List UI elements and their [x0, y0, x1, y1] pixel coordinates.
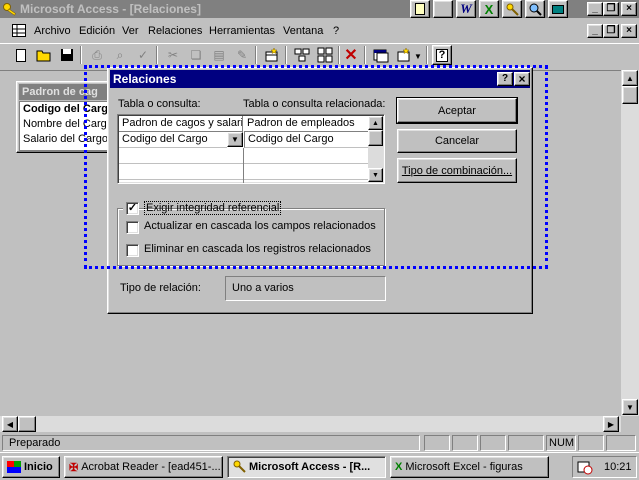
- cut-icon[interactable]: ✂: [162, 44, 184, 66]
- toolbar-separator: [156, 46, 158, 64]
- sheet-icon[interactable]: [410, 0, 430, 18]
- menu-edicion[interactable]: Edición: [79, 22, 115, 40]
- blank-icon[interactable]: [433, 0, 453, 18]
- toolbar-separator: [426, 46, 428, 64]
- child-window-controls: _ ❐ ×: [587, 24, 637, 38]
- selection-rectangle: [84, 65, 548, 269]
- screen-icon[interactable]: [548, 0, 568, 18]
- app-restore-button[interactable]: ❐: [603, 2, 619, 16]
- status-panel: [452, 435, 478, 451]
- new-object-dropdown-icon[interactable]: ▼: [414, 52, 422, 61]
- excel-task-icon: X: [395, 461, 403, 473]
- open-icon[interactable]: [33, 44, 55, 66]
- status-panel: [424, 435, 450, 451]
- database-window-icon[interactable]: [370, 44, 392, 66]
- help-icon[interactable]: ?: [432, 45, 452, 65]
- windows-logo-icon: [7, 461, 21, 473]
- hscroll-thumb[interactable]: [18, 416, 36, 432]
- scroll-left-button[interactable]: ◀: [2, 416, 18, 432]
- task-acrobat[interactable]: ✠ Acrobat Reader - [ead451-...: [64, 456, 223, 478]
- status-panel: [508, 435, 544, 451]
- format-painter-icon[interactable]: ✎: [231, 44, 253, 66]
- word-icon[interactable]: W: [456, 0, 476, 18]
- app-window-controls: _ ❐ ×: [587, 2, 637, 16]
- grid-icon[interactable]: [12, 24, 26, 37]
- toolbar-separator: [80, 46, 82, 64]
- status-bar: Preparado NUM: [0, 434, 639, 452]
- menu-herramientas[interactable]: Herramientas: [209, 22, 275, 40]
- task-acrobat-label: Acrobat Reader - [ead451-...: [81, 461, 221, 473]
- app-close-button[interactable]: ×: [621, 2, 637, 16]
- horizontal-scrollbar[interactable]: ◀ ▶: [0, 416, 621, 432]
- spelling-icon[interactable]: ✓: [132, 44, 154, 66]
- relation-type-label: Tipo de relación:: [120, 282, 201, 294]
- new-object-icon[interactable]: [393, 44, 415, 66]
- print-preview-icon[interactable]: ⌕: [109, 44, 131, 66]
- search-icon[interactable]: [525, 0, 545, 18]
- clock[interactable]: 10:21: [604, 461, 632, 473]
- print-icon[interactable]: ⎙: [86, 44, 108, 66]
- vertical-scrollbar[interactable]: ▲ ▼: [621, 70, 639, 416]
- toolbar-separator: [255, 46, 257, 64]
- relation-type-value: Uno a varios: [232, 282, 294, 294]
- status-panel: [480, 435, 506, 451]
- show-table-icon[interactable]: [261, 44, 283, 66]
- scroll-thumb[interactable]: [622, 86, 638, 104]
- tray-icon-strip: W X: [410, 0, 580, 18]
- menu-archivo[interactable]: Archivo: [34, 22, 71, 40]
- toolbar-separator: [285, 46, 287, 64]
- app-title: Microsoft Access - [Relaciones]: [20, 2, 201, 16]
- menu-relaciones[interactable]: Relaciones: [148, 22, 202, 40]
- task-excel[interactable]: X Microsoft Excel - figuras: [390, 456, 549, 478]
- save-icon[interactable]: [56, 44, 78, 66]
- excel-icon[interactable]: X: [479, 0, 499, 18]
- show-direct-icon[interactable]: [291, 44, 313, 66]
- start-label: Inicio: [24, 461, 53, 473]
- menu-help[interactable]: ?: [333, 22, 339, 40]
- app-title-bar: Microsoft Access - [Relaciones] W X _ ❐ …: [0, 0, 639, 18]
- menu-bar: Archivo Edición Ver Relaciones Herramien…: [0, 20, 639, 42]
- menu-ver[interactable]: Ver: [122, 22, 139, 40]
- num-lock-indicator: NUM: [549, 437, 575, 449]
- child-close-button[interactable]: ×: [621, 24, 637, 38]
- key-icon[interactable]: [502, 0, 522, 18]
- relation-type-box: Uno a varios: [225, 276, 386, 301]
- status-text-panel: Preparado: [2, 435, 420, 451]
- show-all-icon[interactable]: [314, 44, 336, 66]
- task-excel-label: Microsoft Excel - figuras: [405, 461, 523, 473]
- child-minimize-button[interactable]: _: [587, 24, 603, 38]
- num-lock-panel: NUM: [546, 435, 576, 451]
- status-text: Preparado: [9, 437, 61, 449]
- system-tray: 10:21: [572, 456, 637, 478]
- new-icon[interactable]: [10, 44, 32, 66]
- status-panel: [578, 435, 604, 451]
- copy-icon[interactable]: ❏: [185, 44, 207, 66]
- task-access[interactable]: Microsoft Access - [R...: [227, 456, 386, 478]
- scroll-down-button[interactable]: ▼: [622, 399, 638, 415]
- app-key-icon: [2, 1, 18, 17]
- toolbar-separator: [364, 46, 366, 64]
- menu-ventana[interactable]: Ventana: [283, 22, 323, 40]
- access-key-icon: [232, 459, 246, 476]
- scroll-up-button[interactable]: ▲: [622, 70, 638, 86]
- delete-icon[interactable]: ✕: [340, 44, 362, 66]
- scroll-corner: [621, 416, 639, 432]
- scroll-right-button[interactable]: ▶: [603, 416, 619, 432]
- child-restore-button[interactable]: ❐: [603, 24, 619, 38]
- paste-icon[interactable]: ▤: [208, 44, 230, 66]
- acrobat-icon: ✠: [69, 461, 79, 474]
- app-minimize-button[interactable]: _: [587, 2, 603, 16]
- start-button[interactable]: Inicio: [2, 456, 60, 478]
- task-access-label: Microsoft Access - [R...: [249, 461, 371, 473]
- taskbar: Inicio ✠ Acrobat Reader - [ead451-... Mi…: [0, 452, 639, 480]
- status-panel: [606, 435, 636, 451]
- scheduler-icon[interactable]: [575, 459, 595, 477]
